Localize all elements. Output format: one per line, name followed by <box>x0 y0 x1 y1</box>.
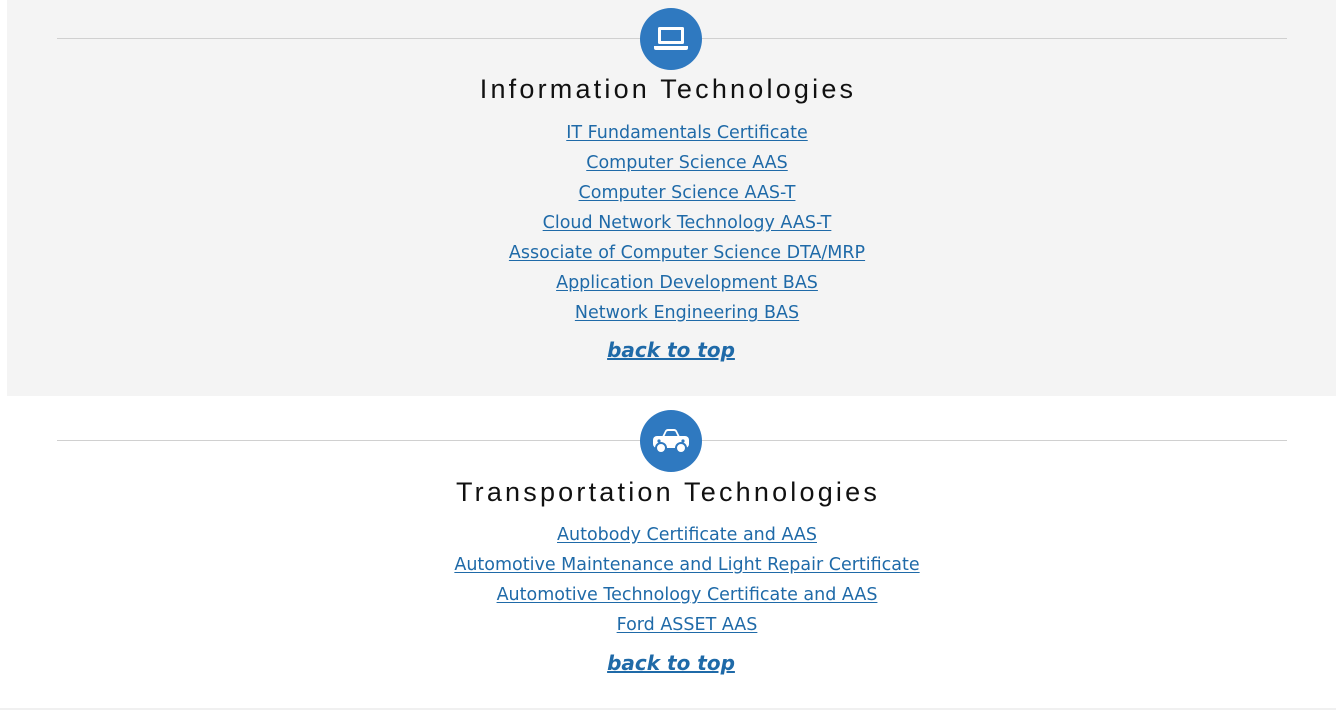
program-link[interactable]: Automotive Technology Certificate and AA… <box>497 585 878 605</box>
laptop-icon <box>640 8 702 70</box>
back-to-top-link[interactable]: back to top <box>607 651 735 675</box>
section-transportation-technologies: Transportation Technologies Autobody Cer… <box>0 396 1336 710</box>
car-icon <box>640 410 702 472</box>
section-title: Transportation Technologies <box>455 477 881 507</box>
program-link[interactable]: Autobody Certificate and AAS <box>557 525 817 545</box>
program-link-list: Autobody Certificate and AAS Automotive … <box>0 520 1336 640</box>
back-to-top: back to top <box>0 338 1336 362</box>
program-link[interactable]: Application Development BAS <box>556 273 818 293</box>
program-link[interactable]: Computer Science AAS <box>586 153 788 173</box>
program-link[interactable]: Automotive Maintenance and Light Repair … <box>454 555 919 575</box>
program-link[interactable]: IT Fundamentals Certificate <box>566 123 807 143</box>
back-to-top-link[interactable]: back to top <box>607 338 735 362</box>
program-link[interactable]: Ford ASSET AAS <box>617 615 758 635</box>
program-link-list: IT Fundamentals Certificate Computer Sci… <box>0 118 1336 328</box>
back-to-top: back to top <box>0 651 1336 675</box>
program-link[interactable]: Network Engineering BAS <box>575 303 799 323</box>
section-information-technologies: Information Technologies IT Fundamentals… <box>0 0 1336 396</box>
section-title: Information Technologies <box>479 74 857 104</box>
program-link[interactable]: Associate of Computer Science DTA/MRP <box>509 243 865 263</box>
program-link[interactable]: Cloud Network Technology AAS-T <box>543 213 832 233</box>
program-link[interactable]: Computer Science AAS-T <box>579 183 796 203</box>
